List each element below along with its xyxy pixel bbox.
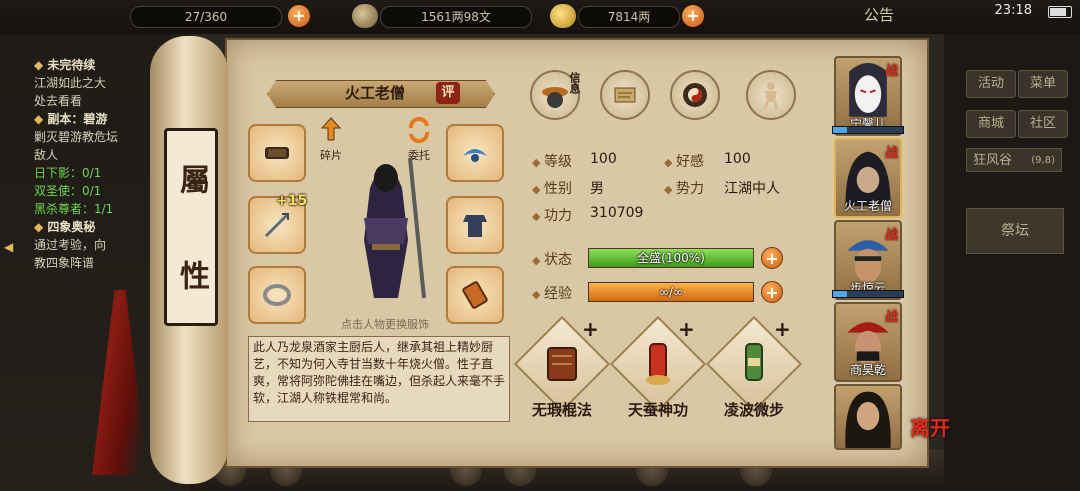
battle-badge: 战 xyxy=(884,310,898,325)
skill-1-name: 无瑕棍法 xyxy=(531,401,592,419)
roster-3-level-bar xyxy=(832,290,904,298)
power-value: 310709 xyxy=(590,205,644,221)
tab-meridian[interactable] xyxy=(746,70,796,120)
skill-3-name: 凌波微步 xyxy=(723,401,784,419)
stamina-value: 27/360 xyxy=(184,10,228,24)
system-clock: 23:18 xyxy=(994,3,1032,18)
location-indicator[interactable]: 狂风谷 (9,8) xyxy=(966,148,1062,172)
roster-card-4[interactable]: 战 商昊乾 xyxy=(834,302,902,382)
skill-1-plus-icon[interactable]: + xyxy=(582,317,599,341)
location-name: 狂风谷 xyxy=(973,153,1013,168)
exp-label: 经验 xyxy=(532,283,572,303)
right-side-menu xyxy=(944,34,1080,491)
location-coords: (9,8) xyxy=(1031,155,1055,166)
equip-slot-armor[interactable] xyxy=(446,196,504,254)
notice-button[interactable]: 公告 xyxy=(864,4,894,25)
long-hair-portrait xyxy=(845,391,891,448)
blue-headband-icon xyxy=(463,149,487,162)
character-name: 火工老僧 xyxy=(344,84,405,102)
plaque-char-bottom: 性 xyxy=(174,260,209,290)
battery-icon xyxy=(1048,6,1072,18)
silver-ingot-icon xyxy=(352,4,378,28)
tab-bagua[interactable] xyxy=(670,70,720,120)
altar-button[interactable]: 祭坛 xyxy=(966,208,1064,254)
level-label: 等级 xyxy=(532,151,572,171)
power-label: 功力 xyxy=(532,205,572,225)
silkworm-scroll-icon xyxy=(646,343,670,385)
skill-2-plus-icon[interactable]: + xyxy=(678,317,695,341)
tab-info-label: 信息 xyxy=(568,72,581,94)
weapon-enhance-level: +15 xyxy=(276,193,308,209)
roster-card-1[interactable]: 战 宁馨儿 xyxy=(834,56,902,136)
gold-counter: 7814两 xyxy=(578,6,680,28)
equip-slot-bracer[interactable] xyxy=(248,124,306,182)
menu-button[interactable]: 菜单 xyxy=(1018,70,1068,98)
battle-badge: 战 xyxy=(884,64,898,79)
add-exp-button[interactable]: + xyxy=(761,281,783,303)
roster-1-level-bar xyxy=(832,126,904,134)
info-hat-icon xyxy=(542,87,568,108)
favor-value: 100 xyxy=(724,151,751,167)
staff-technique-icon xyxy=(547,347,577,381)
swap-arrows-icon xyxy=(408,116,430,144)
ring-icon xyxy=(263,284,291,306)
silver-counter: 1561两98文 xyxy=(380,6,532,28)
add-stamina-button[interactable]: + xyxy=(288,5,310,27)
leave-button[interactable]: 离开 xyxy=(910,412,950,441)
character-portrait[interactable] xyxy=(340,148,432,306)
favor-label: 好感 xyxy=(664,151,704,171)
add-gold-button[interactable]: + xyxy=(682,5,704,27)
state-bar: 全盛(100%) xyxy=(588,248,754,268)
plaque-char-top: 屬 xyxy=(174,164,209,194)
battle-badge: 战 xyxy=(884,228,898,243)
equip-slot-headgear[interactable] xyxy=(446,124,504,182)
token-plaque-icon xyxy=(462,281,488,309)
state-bar-text: 全盛(100%) xyxy=(637,251,705,265)
faction-value: 江湖中人 xyxy=(724,181,780,197)
attribute-title-plaque: 屬 性 xyxy=(164,128,218,326)
up-arrow-icon xyxy=(320,117,342,141)
bagua-icon xyxy=(683,83,707,107)
scroll-icon xyxy=(614,87,636,103)
bracer-icon xyxy=(265,147,289,159)
footwork-scroll-icon xyxy=(745,343,763,381)
roster-card-2[interactable]: 战 火工老僧 xyxy=(834,138,902,218)
level-value: 100 xyxy=(590,151,617,167)
exp-bar: ∞/∞ xyxy=(588,282,754,302)
roster-name: 火工老僧 xyxy=(843,199,892,213)
activity-button[interactable]: 活动 xyxy=(966,70,1016,98)
gold-ingot-icon xyxy=(550,4,576,28)
meridian-body-icon xyxy=(763,82,779,110)
skill-3-plus-icon[interactable]: + xyxy=(774,317,791,341)
character-description: 此人乃龙泉酒家主厨后人，继承其祖上精妙厨艺，不知为何入寺甘当数十年烧火僧。性子直… xyxy=(248,336,510,422)
gold-value: 7814两 xyxy=(607,10,651,24)
evaluate-button[interactable]: 评 xyxy=(436,82,460,104)
skill-2-name: 天蚕神功 xyxy=(627,401,688,419)
tab-scroll[interactable] xyxy=(600,70,650,120)
battle-badge: 战 xyxy=(884,146,898,161)
roster-card-5[interactable] xyxy=(834,384,902,450)
state-label: 状态 xyxy=(532,249,572,269)
shop-button[interactable]: 商城 xyxy=(966,110,1016,138)
equip-slot-ring[interactable] xyxy=(248,266,306,324)
roster-name: 商昊乾 xyxy=(849,363,886,377)
restore-state-button[interactable]: + xyxy=(761,247,783,269)
faction-label: 势力 xyxy=(664,178,704,198)
collapse-arrow-icon[interactable]: ◀ xyxy=(4,240,13,254)
trident-weapon-icon xyxy=(264,212,290,238)
change-outfit-hint: 点击人物更换服饰 xyxy=(341,318,429,331)
armor-icon xyxy=(463,215,487,237)
exp-bar-text: ∞/∞ xyxy=(658,285,684,299)
stamina-counter: 27/360 xyxy=(130,6,282,28)
roster-card-3[interactable]: 战 步惊云 xyxy=(834,220,902,300)
gender-label: 性别 xyxy=(532,178,572,198)
gender-value: 男 xyxy=(590,181,604,197)
community-button[interactable]: 社区 xyxy=(1018,110,1068,138)
top-status-bar: 27/360 + 1561两98文 7814两 + 公告 23:18 xyxy=(0,0,1080,34)
silver-value: 1561两98文 xyxy=(421,10,491,24)
